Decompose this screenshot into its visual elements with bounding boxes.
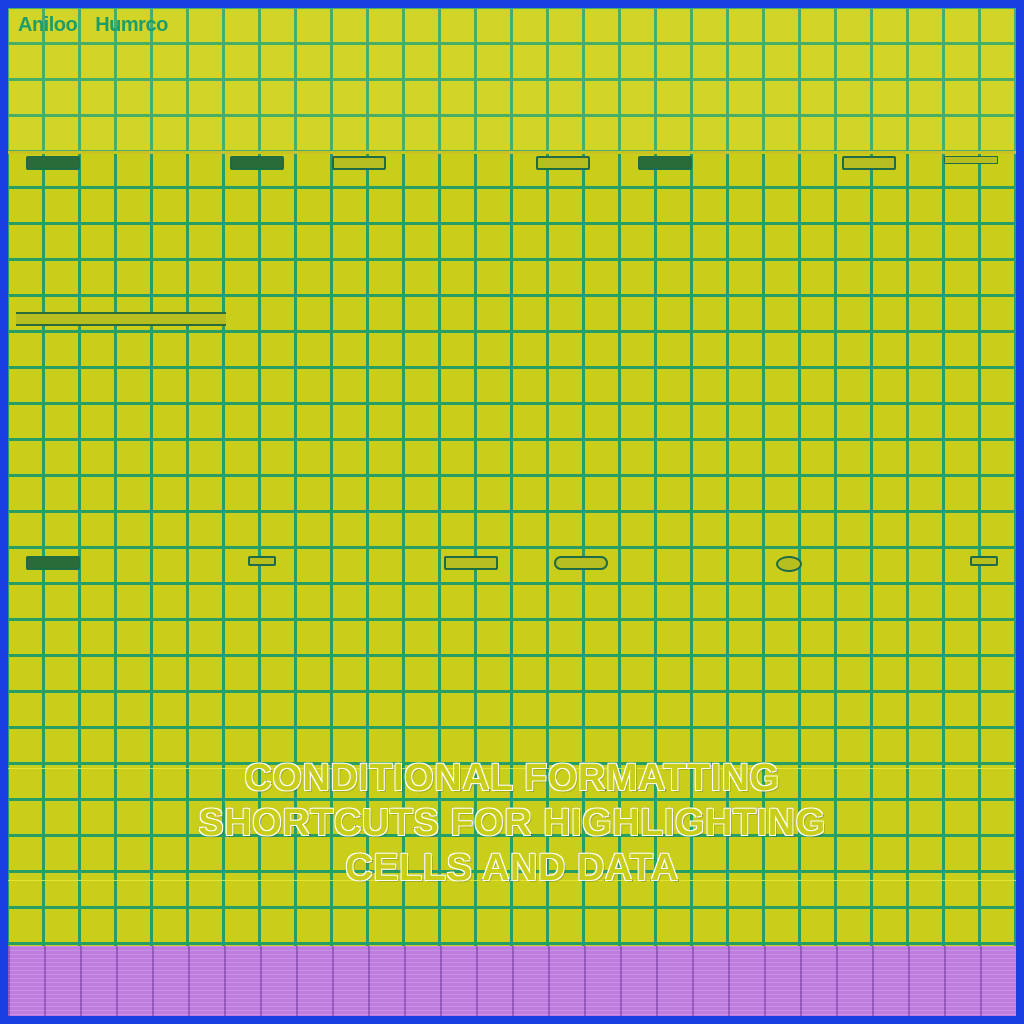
header-label-1: Aniloo bbox=[18, 14, 77, 37]
decorative-cell-row-upper bbox=[8, 156, 1016, 170]
cell-chip bbox=[638, 156, 692, 170]
cell-chip-blank bbox=[740, 156, 794, 170]
cell-chip bbox=[970, 556, 998, 566]
title-line-3: Cells and Data bbox=[8, 846, 1016, 891]
cell-chip-blank bbox=[434, 156, 488, 170]
cell-chip-blank bbox=[333, 556, 387, 570]
cell-chip bbox=[332, 156, 386, 170]
cell-chip bbox=[842, 156, 896, 170]
header-label-2: Humrco bbox=[95, 14, 168, 37]
image-frame: Aniloo Humrco Conditional Formatting Sho… bbox=[0, 0, 1024, 1024]
cell-chip bbox=[26, 556, 80, 570]
cell-chip-blank bbox=[665, 556, 719, 570]
header-labels: Aniloo Humrco bbox=[18, 14, 168, 37]
title-line-1: Conditional Formatting bbox=[8, 756, 1016, 801]
highlighted-row-segment bbox=[16, 312, 226, 326]
cell-chip-blank bbox=[128, 156, 182, 170]
decorative-cell-row-lower bbox=[8, 556, 1016, 572]
cell-chip-blank bbox=[137, 556, 191, 570]
cell-chip bbox=[776, 556, 802, 572]
cell-chip bbox=[944, 156, 998, 164]
cell-chip-blank bbox=[859, 556, 913, 570]
cell-chip bbox=[554, 556, 608, 570]
cell-chip bbox=[26, 156, 80, 170]
cell-chip bbox=[444, 556, 498, 570]
cell-chip bbox=[248, 556, 276, 566]
cell-chip bbox=[536, 156, 590, 170]
title-line-2: Shortcuts for Highlighting bbox=[8, 801, 1016, 846]
cell-chip bbox=[230, 156, 284, 170]
overlay-title: Conditional Formatting Shortcuts for Hig… bbox=[8, 756, 1016, 890]
footer-band bbox=[8, 946, 1016, 1016]
